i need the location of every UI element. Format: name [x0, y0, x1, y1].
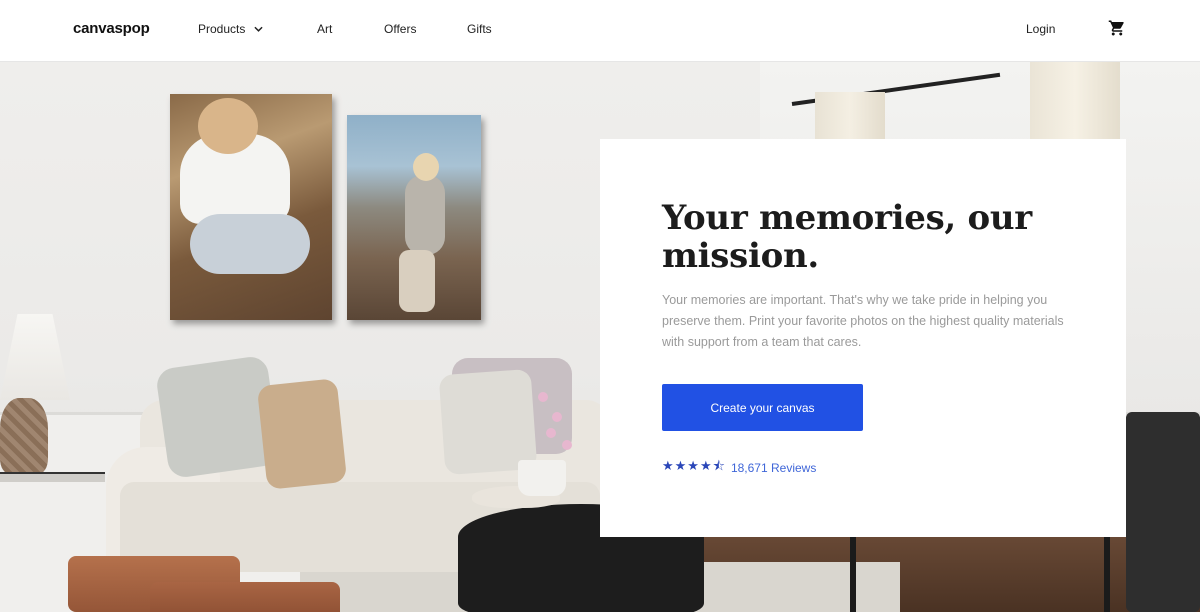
side-table [0, 472, 105, 482]
canvas-print-boy [170, 94, 332, 320]
star-rating-icon: ★★★★⯪ [662, 458, 726, 473]
rating: ★★★★⯪ 18,671 Reviews [662, 457, 816, 479]
photo-detail [399, 250, 435, 312]
reviews-link[interactable]: 18,671 Reviews [731, 461, 816, 475]
photo-detail [198, 98, 258, 154]
photo-detail [190, 214, 310, 274]
curtain [1030, 62, 1120, 142]
orchid [538, 392, 548, 402]
orchid [546, 428, 556, 438]
create-canvas-button[interactable]: Create your canvas [662, 384, 863, 431]
photo-detail [413, 153, 439, 181]
nav-offers[interactable]: Offers [384, 22, 416, 36]
site-header: canvaspop Products Art Offers Gifts Logi… [0, 0, 1200, 62]
canvas-print-girl [347, 115, 481, 320]
nav-gifts[interactable]: Gifts [467, 22, 492, 36]
nav-art[interactable]: Art [317, 22, 332, 36]
orchid [552, 412, 562, 422]
lamp [0, 314, 70, 400]
orchid [562, 440, 572, 450]
photo-detail [405, 175, 445, 255]
hero-description: Your memories are important. That's why … [662, 293, 1064, 349]
nav-products-label: Products [198, 22, 246, 36]
chair-legs [850, 532, 1110, 612]
hero-headline: Your memories, our mission. [662, 198, 1032, 276]
login-link[interactable]: Login [1026, 22, 1055, 36]
hero-card: Your memories, our mission. Your memorie… [600, 139, 1126, 537]
cart-icon[interactable] [1108, 19, 1126, 37]
nav-products[interactable]: Products [198, 22, 263, 36]
ottoman [150, 582, 340, 612]
chevron-down-icon [254, 26, 263, 32]
chair [1126, 412, 1200, 612]
pillow [256, 378, 348, 490]
logo[interactable]: canvaspop [73, 20, 150, 37]
plant-pot [518, 460, 566, 496]
lamp-base [0, 398, 48, 474]
